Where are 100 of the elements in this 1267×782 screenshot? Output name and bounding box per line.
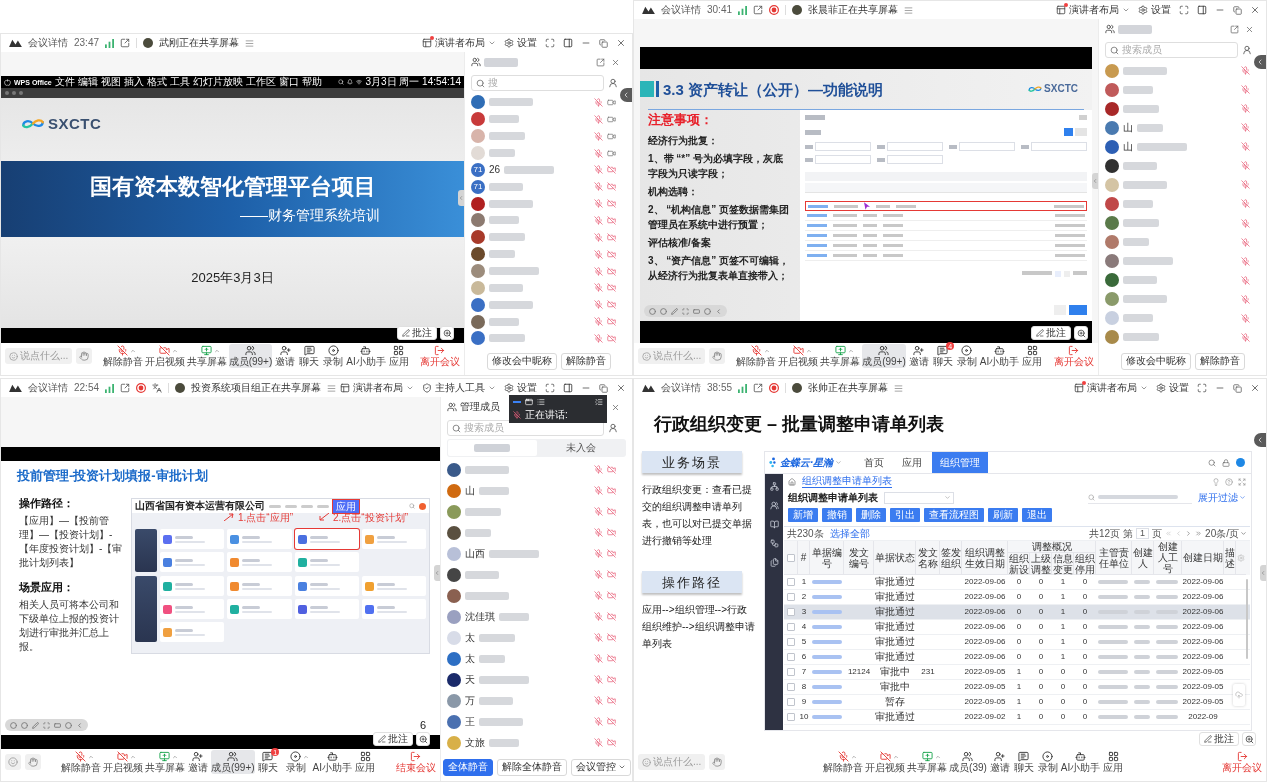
previous-page-icon[interactable]: [1175, 530, 1183, 537]
raise-hand-button[interactable]: [709, 754, 726, 770]
panel-button[interactable]: 修改会中昵称: [486, 352, 557, 370]
circle-icon[interactable]: [649, 307, 656, 315]
layout-button[interactable]: 演讲者布局: [1074, 383, 1148, 393]
expand-icon[interactable]: [1238, 477, 1246, 486]
sidebar-toggle-icon[interactable]: [563, 383, 573, 393]
caret-icon[interactable]: [88, 754, 95, 760]
collapse-icon[interactable]: [595, 398, 603, 406]
pop-out-icon[interactable]: [1230, 24, 1239, 34]
open-external-icon[interactable]: [753, 383, 764, 393]
panel-collapse-handle[interactable]: [458, 189, 464, 206]
record-button[interactable]: 录制: [955, 344, 978, 368]
caret-icon[interactable]: [805, 348, 812, 354]
side-collapse-tab[interactable]: [1254, 55, 1266, 69]
member-tab[interactable]: [448, 440, 537, 456]
row-checkbox[interactable]: [787, 713, 795, 721]
annotate-button[interactable]: 批注: [1031, 326, 1071, 340]
emoji-button[interactable]: [5, 754, 21, 770]
toolbar-button[interactable]: 退出: [1022, 507, 1052, 522]
scrollbar-thumb[interactable]: [1246, 579, 1248, 659]
menu-item[interactable]: 编辑: [77, 77, 98, 87]
caret-icon[interactable]: [835, 459, 843, 466]
page-tab[interactable]: 组织调整申请单列表: [802, 475, 892, 488]
panel-collapse-handle[interactable]: [1092, 173, 1098, 189]
row-checkbox[interactable]: [787, 623, 795, 631]
app-tile[interactable]: [227, 599, 292, 619]
pop-out-icon[interactable]: [596, 57, 605, 67]
row-checkbox[interactable]: [787, 608, 795, 616]
annotate-button[interactable]: 批注: [1199, 732, 1239, 746]
table-row[interactable]: 7 12124 审批中 231 2022-09-05 1 0 0 0 2022-09-05: [784, 665, 1250, 680]
select-all-link[interactable]: 选择全部: [829, 528, 870, 539]
close-icon[interactable]: [616, 38, 626, 48]
apps-button[interactable]: 应用: [387, 344, 410, 368]
nav-tab[interactable]: 应用: [333, 499, 359, 513]
raise-hand-button[interactable]: [25, 754, 41, 770]
lock-icon[interactable]: [1222, 458, 1230, 467]
layout-button[interactable]: 演讲者布局: [422, 38, 496, 48]
member-tab[interactable]: 未入会: [536, 440, 625, 456]
invite-button[interactable]: 邀请: [186, 750, 209, 774]
people-icon[interactable]: [769, 501, 779, 510]
user-avatar[interactable]: [1236, 458, 1245, 467]
zoom-button[interactable]: [1074, 326, 1088, 340]
last-page-icon[interactable]: [1195, 530, 1203, 537]
chat-button[interactable]: 聊天: [298, 344, 321, 368]
circle-icon[interactable]: [10, 721, 17, 729]
share-screen-button[interactable]: 共享屏幕: [907, 750, 948, 774]
fullscreen-icon[interactable]: [1197, 383, 1207, 393]
leave-meeting-button[interactable]: 离开会议: [1054, 345, 1094, 367]
close-icon[interactable]: [616, 383, 626, 393]
start-video-button[interactable]: 开启视频: [865, 750, 906, 774]
table-row[interactable]: 9 暂存 2022-09-05 1 0 0 0 2022-09-05: [784, 695, 1250, 710]
panel-collapse-handle[interactable]: [1260, 565, 1266, 581]
fullscreen-icon[interactable]: [545, 38, 555, 48]
toolbar-button[interactable]: 查看流程图: [924, 507, 984, 522]
lightbulb-icon[interactable]: [1212, 477, 1220, 486]
zoom-button[interactable]: [1242, 732, 1256, 746]
share-screen-button[interactable]: 共享屏幕: [186, 344, 227, 368]
org-chart-icon[interactable]: [769, 482, 779, 491]
toolbar-button[interactable]: 删除: [856, 507, 886, 522]
app-tile[interactable]: [227, 552, 292, 572]
list-icon[interactable]: [894, 383, 904, 393]
close-icon[interactable]: [1250, 383, 1260, 393]
ai-assistant-button[interactable]: AI小助手: [346, 344, 386, 368]
pen-icon[interactable]: [32, 721, 39, 729]
open-external-icon[interactable]: [120, 38, 131, 48]
app-tile[interactable]: [227, 576, 292, 596]
row-checkbox[interactable]: [787, 578, 795, 586]
record-button[interactable]: 录制: [280, 750, 311, 774]
menu-item[interactable]: 视图: [100, 77, 121, 87]
apps-button[interactable]: 应用: [354, 750, 377, 774]
panel-button[interactable]: 全体静音: [442, 758, 493, 776]
row-checkbox[interactable]: [787, 593, 795, 601]
expand-filter-link[interactable]: 展开过滤: [1198, 492, 1246, 503]
caret-icon[interactable]: [214, 348, 221, 354]
app-tile[interactable]: [361, 576, 426, 596]
scan-icon[interactable]: [43, 721, 50, 729]
apps-button[interactable]: 应用: [1021, 344, 1044, 368]
leave-meeting-button[interactable]: 离开会议: [420, 345, 460, 367]
layout-button[interactable]: 演讲者布局: [1056, 5, 1130, 15]
raise-hand-button[interactable]: [709, 348, 726, 364]
list-icon[interactable]: [327, 383, 337, 393]
row-checkbox[interactable]: [787, 638, 795, 646]
annotate-button[interactable]: 批注: [397, 326, 437, 340]
circle-icon[interactable]: [660, 307, 667, 315]
unmute-button[interactable]: 解除静音: [102, 344, 143, 368]
caret-icon[interactable]: [850, 754, 857, 760]
panel-collapse-handle[interactable]: [434, 565, 440, 581]
panel-button[interactable]: 解除静音: [560, 352, 611, 370]
next-page-icon[interactable]: [1185, 530, 1193, 537]
app-tile[interactable]: [294, 576, 359, 596]
column-settings-icon[interactable]: [1237, 553, 1245, 562]
leave-meeting-button[interactable]: 离开会议: [1222, 751, 1262, 773]
ai-assistant-button[interactable]: AI小助手: [979, 344, 1020, 368]
meeting-info-link[interactable]: 会议详情: [28, 38, 68, 48]
caret-icon[interactable]: [892, 754, 899, 760]
menu-item[interactable]: 工具: [169, 77, 190, 87]
open-external-icon[interactable]: [753, 5, 764, 15]
list-icon[interactable]: [537, 398, 545, 406]
table-row[interactable]: 1 审批通过 2022-09-06 0 0 1 0 2022-09-06: [784, 575, 1250, 590]
